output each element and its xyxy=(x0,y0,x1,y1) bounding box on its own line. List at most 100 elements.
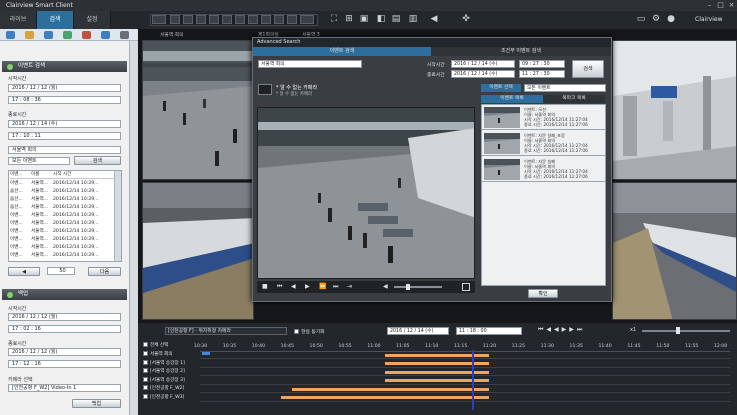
ptz-icon[interactable]: ✜ xyxy=(460,13,472,25)
recording-bar[interactable] xyxy=(292,387,489,391)
end-time-field[interactable]: 17 : 10 : 11 xyxy=(8,132,121,140)
backup-camera-select[interactable]: [인천공항 F_W2] Video-In 1 xyxy=(8,384,121,392)
play-icon[interactable]: ▶ xyxy=(305,283,313,291)
table-row[interactable]: 움션... 서울역... 2016/12/14 10:29... xyxy=(10,196,114,204)
speed-slider[interactable] xyxy=(642,330,730,332)
event-icon[interactable] xyxy=(82,31,91,39)
tab-settings[interactable]: 설정 xyxy=(74,11,111,29)
backup-start-time[interactable]: 17 : 02 : 16 xyxy=(8,325,121,333)
volume-slider[interactable] xyxy=(394,286,442,288)
layout-split-button[interactable] xyxy=(152,15,166,24)
channel-checkbox[interactable] xyxy=(143,385,148,390)
layout-6-button[interactable] xyxy=(196,15,206,24)
select-all-checkbox[interactable] xyxy=(143,342,148,347)
layout-25-button[interactable] xyxy=(274,15,284,24)
channel-checkbox[interactable] xyxy=(143,359,148,365)
close-icon[interactable]: × xyxy=(727,1,736,10)
fast-forward-icon[interactable]: ⏩ xyxy=(319,283,327,291)
dialog-end-date[interactable]: 2016 / 12 / 14 (수) xyxy=(451,70,515,78)
backup-button[interactable]: 백업 xyxy=(72,399,121,408)
export-clip-icon[interactable]: ⇥ xyxy=(347,283,355,291)
prev-frame-icon[interactable]: ⏮ xyxy=(277,283,285,291)
bookmark-icon[interactable] xyxy=(25,31,34,39)
camera-view-concourse[interactable] xyxy=(142,40,254,180)
layout-9-button[interactable] xyxy=(222,15,232,24)
dialog-ok-button[interactable]: 확인 xyxy=(528,289,558,298)
result-tab-event[interactable]: 이벤트 선택 xyxy=(481,84,521,92)
backup-end-time[interactable]: 17 : 12 : 16 xyxy=(8,360,121,368)
tab-search[interactable]: 검색 xyxy=(37,11,74,29)
table-row[interactable]: 이벤... 서울역... 2016/12/14 10:29... xyxy=(10,220,114,228)
timeline-channel-row[interactable]: [서울역 승강장 3] xyxy=(143,376,199,385)
tab-live[interactable]: 라이브 xyxy=(0,11,37,29)
channel-checkbox[interactable] xyxy=(143,376,148,382)
channel-checkbox[interactable] xyxy=(143,351,148,356)
audio-icon[interactable]: ◀ xyxy=(428,13,440,25)
timeline-time-field[interactable]: 11 : 18 : 00 xyxy=(456,327,522,335)
select-all-row[interactable]: 전체 선택 xyxy=(143,342,168,350)
result-item[interactable]: 이벤트: 지문 실패_포함 이름: 서울역 회의 시작 시간: 2016/12/14… xyxy=(482,131,605,156)
sync-checkbox[interactable] xyxy=(294,329,299,334)
map-icon[interactable] xyxy=(63,31,72,39)
monitor-icon[interactable]: ▭ xyxy=(635,13,647,25)
timeline-playhead[interactable] xyxy=(471,350,474,410)
timeline-channel-row[interactable]: [인천공항 F_W2] xyxy=(143,385,199,393)
table-row[interactable]: 움션... 서울역... 2016/12/14 10:29... xyxy=(10,204,114,212)
page-size-field[interactable]: 50 xyxy=(47,267,75,275)
camera-view-platform-right[interactable] xyxy=(612,182,737,320)
maximize-icon[interactable]: □ xyxy=(716,1,725,10)
table-row[interactable]: 이벤... 서울역... 2016/12/14 10:29... xyxy=(10,244,114,252)
layout-10-button[interactable] xyxy=(235,15,245,24)
layout-36-button[interactable] xyxy=(287,15,297,24)
sync-option[interactable]: 현실 동기화 xyxy=(294,328,325,335)
gear-icon[interactable]: ⚙ xyxy=(650,13,662,25)
timeline-channel-row[interactable]: [서울역 승강장 1] xyxy=(143,359,199,368)
timeline-camera-select[interactable]: [인천공항 F] - 위치취정 카메라 xyxy=(165,327,287,335)
dialog-start-time[interactable]: 09 : 27 : 30 xyxy=(519,60,565,68)
layout-16-button[interactable] xyxy=(261,15,271,24)
export-icon[interactable] xyxy=(101,31,110,39)
volume-icon[interactable]: ◀ xyxy=(383,283,391,291)
next-page-button[interactable]: 다음 xyxy=(88,267,121,276)
print-icon[interactable]: ▥ xyxy=(407,13,419,25)
layout-more-button[interactable] xyxy=(300,15,314,24)
camera-view-hall[interactable] xyxy=(612,40,737,180)
layout-13-button[interactable] xyxy=(248,15,258,24)
event-type-select[interactable]: 모든 이벤트 xyxy=(8,157,70,165)
col-start[interactable]: 시작 시간 xyxy=(53,172,71,177)
layout-1-button[interactable] xyxy=(170,15,180,24)
dialog-tab-conditional-search[interactable]: 조건부 이벤트 검색 xyxy=(431,47,611,56)
volume-slider-thumb[interactable] xyxy=(406,284,410,290)
backup-end-date[interactable]: 2016 / 12 / 12 (월) xyxy=(8,348,121,356)
camera-tab-1[interactable]: 서울역 회의 xyxy=(160,31,220,38)
next-frame-icon[interactable]: ⏭ xyxy=(333,283,341,291)
end-date-field[interactable]: 2016 / 12 / 14 (수) xyxy=(8,120,121,128)
recording-bar[interactable] xyxy=(280,396,489,399)
event-search-header[interactable]: 이벤트 검색 xyxy=(2,61,127,72)
backup-start-date[interactable]: 2016 / 12 / 12 (월) xyxy=(8,313,121,321)
minimize-icon[interactable]: – xyxy=(705,1,714,10)
timeline-date-field[interactable]: 2016 / 12 / 14 (수) xyxy=(387,327,449,335)
prev-page-button[interactable]: ◀ xyxy=(8,267,40,276)
camera-tree-icon[interactable] xyxy=(6,31,15,39)
start-date-field[interactable]: 2016 / 12 / 12 (월) xyxy=(8,84,121,92)
timeline-playback-controls[interactable]: ⏮◀◀▶▶⏭ xyxy=(538,326,626,336)
list-tab-events[interactable]: 이벤트 목록 xyxy=(481,95,543,103)
table-row[interactable]: 이벤... 서울역... 2016/12/14 10:29... xyxy=(10,180,114,188)
camera-select[interactable]: 서울역 회의 xyxy=(8,146,121,154)
fit-icon[interactable]: ⊞ xyxy=(343,13,355,25)
results-scrollbar[interactable] xyxy=(114,171,121,261)
layout-8-button[interactable] xyxy=(209,15,219,24)
table-row[interactable]: 이벤... 서울역... 2016/12/14 10:29... xyxy=(10,236,114,244)
fullscreen-playback-icon[interactable] xyxy=(462,283,470,291)
speed-slider-thumb[interactable] xyxy=(676,327,680,334)
channel-checkbox[interactable] xyxy=(143,393,148,399)
timeline-channel-row[interactable]: 서울역 회의 xyxy=(143,351,199,359)
col-event[interactable]: 이벤... xyxy=(10,171,31,178)
table-row[interactable]: 움션... 서울역... 2016/12/14 10:29... xyxy=(10,188,114,196)
backup-header[interactable]: 백업 xyxy=(2,289,127,300)
dialog-end-time[interactable]: 11 : 27 : 30 xyxy=(519,70,565,78)
dialog-search-button[interactable]: 검색 xyxy=(572,60,604,78)
start-time-field[interactable]: 17 : 08 : 36 xyxy=(8,96,121,104)
left-panel-scrollbar[interactable] xyxy=(129,41,138,415)
